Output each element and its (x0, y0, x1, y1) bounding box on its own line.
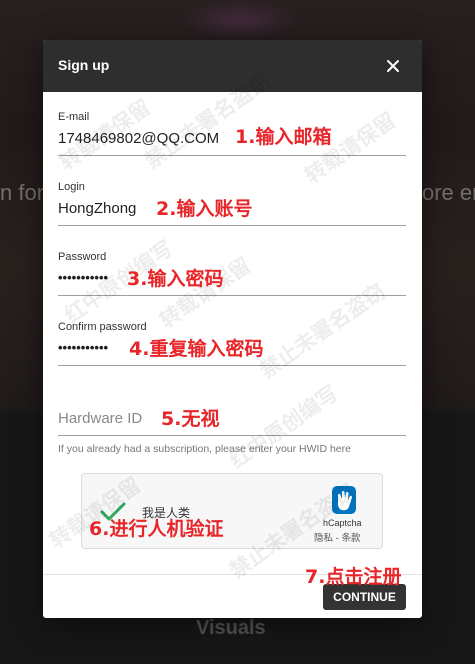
hwid-field[interactable]: Hardware ID (58, 400, 406, 436)
annotation-step-5: 5.无视 (161, 408, 220, 430)
dialog-header: Sign up (43, 40, 422, 92)
login-label: Login (58, 181, 85, 193)
confirm-password-label: Confirm password (58, 321, 147, 333)
hwid-input[interactable]: Hardware ID (58, 410, 142, 427)
annotation-step-2: 2.输入账号 (156, 198, 253, 220)
confirm-password-input[interactable]: ••••••••••• (58, 340, 108, 355)
annotation-step-3: 3.输入密码 (127, 268, 224, 290)
password-field[interactable]: Password ••••••••••• (58, 250, 406, 296)
email-field[interactable]: E-mail 1748469802@QQ.COM (58, 110, 406, 156)
dialog-title: Sign up (58, 57, 110, 73)
annotation-step-4: 4.重复输入密码 (129, 338, 264, 360)
captcha-brand: hCaptcha (323, 518, 362, 528)
annotation-step-7: 7.点击注册 (305, 566, 402, 588)
annotation-step-1: 1.输入邮箱 (235, 126, 332, 148)
hwid-helper-text: If you already had a subscription, pleas… (58, 443, 351, 455)
password-label: Password (58, 251, 107, 263)
annotation-step-6: 6.进行人机验证 (89, 518, 224, 540)
email-input[interactable]: 1748469802@QQ.COM (58, 130, 219, 147)
close-icon (387, 60, 399, 72)
hcaptcha-logo-icon (329, 484, 359, 521)
password-input[interactable]: ••••••••••• (58, 270, 108, 285)
email-label: E-mail (58, 111, 90, 123)
login-input[interactable]: HongZhong (58, 200, 136, 217)
close-button[interactable] (381, 54, 405, 78)
signup-dialog: Sign up E-mail 1748469802@QQ.COM Login H… (43, 40, 422, 618)
captcha-terms-link[interactable]: 隐私 - 条款 (314, 530, 360, 544)
